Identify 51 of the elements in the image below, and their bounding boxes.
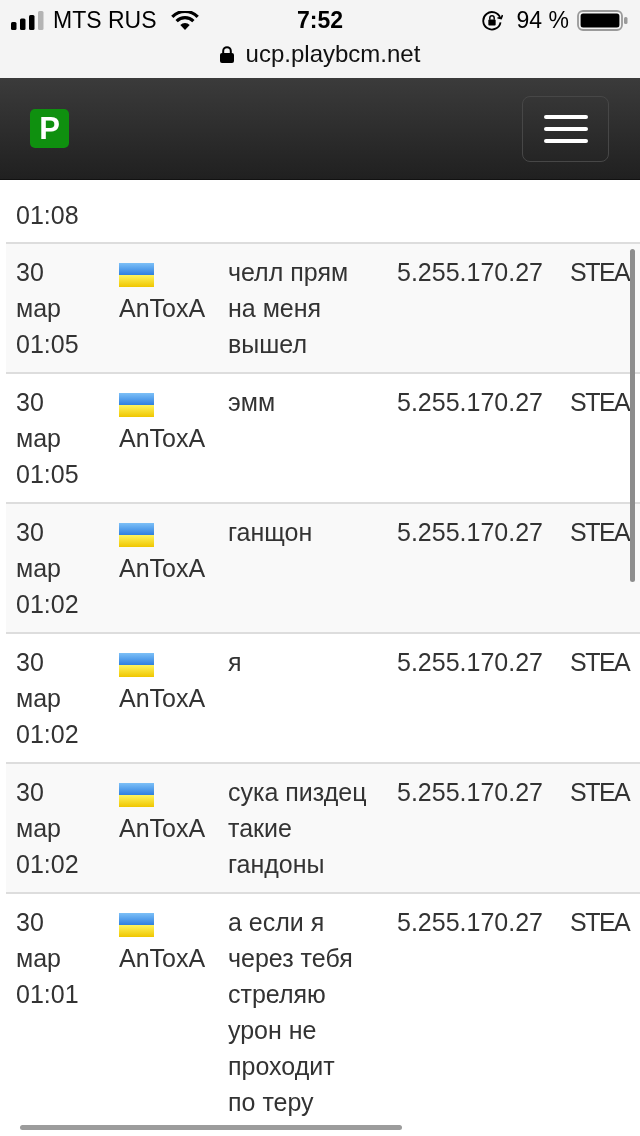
rotation-lock-icon — [480, 9, 503, 31]
chat-message: челл прям на меня вышел — [228, 257, 350, 360]
timestamp: 30 мар 01:02 — [16, 647, 80, 750]
menu-icon — [543, 114, 588, 143]
cut-off-label: STEA — [570, 907, 630, 938]
logo[interactable]: P — [30, 109, 69, 148]
player-name: AnToxA — [119, 683, 206, 714]
timestamp: 30 мар 01:05 — [16, 387, 80, 490]
carrier-name: MTS RUS — [53, 6, 157, 34]
horizontal-scrollbar[interactable] — [20, 1125, 402, 1130]
cut-off-label: STEA — [570, 387, 630, 418]
flag-icon — [119, 653, 154, 677]
battery-percentage: 94 % — [516, 6, 569, 34]
ip-address: 5.255.170.27 — [397, 777, 543, 808]
cut-off-label: STEA — [570, 647, 630, 678]
chat-message: ганщон — [228, 517, 313, 548]
chat-message: я — [228, 647, 242, 678]
cut-off-label: STEA — [570, 257, 630, 288]
timestamp: 30 мар 01:02 — [16, 517, 80, 620]
timestamp: 30 мар 01:02 — [16, 777, 80, 880]
flag-icon — [119, 393, 154, 417]
ip-address: 5.255.170.27 — [397, 517, 543, 548]
player-name: AnToxA — [119, 553, 206, 584]
chat-message: сука пиздец такие гандоны — [228, 777, 368, 880]
player-name: AnToxA — [119, 813, 206, 844]
ip-address: 5.255.170.27 — [397, 257, 543, 288]
wifi-icon — [170, 10, 199, 30]
flag-icon — [119, 523, 154, 547]
menu-button[interactable] — [522, 95, 609, 162]
ip-address: 5.255.170.27 — [397, 387, 543, 418]
flag-icon — [119, 783, 154, 807]
lock-icon — [219, 45, 234, 63]
clock-time: 7:52 — [296, 6, 343, 34]
ip-address: 5.255.170.27 — [397, 907, 543, 938]
timestamp: 01:08 — [16, 200, 79, 231]
flag-icon — [119, 263, 154, 287]
chat-message: а если я через тебя стреляю урон не проходит по теру — [228, 907, 354, 1118]
timestamp: 30 мар 01:05 — [16, 257, 80, 360]
cut-off-label: STEA — [570, 777, 630, 808]
battery-icon — [577, 9, 628, 31]
player-name: AnToxA — [119, 423, 206, 454]
vertical-scrollbar[interactable] — [630, 249, 635, 582]
cut-off-label: STEA — [570, 517, 630, 548]
chat-message: эмм — [228, 387, 276, 418]
ip-address: 5.255.170.27 — [397, 647, 543, 678]
timestamp: 30 мар 01:01 — [16, 907, 80, 1010]
player-name: AnToxA — [119, 293, 206, 324]
address-bar-url[interactable]: ucp.playbcm.net — [245, 40, 421, 68]
signal-icon — [11, 10, 44, 30]
flag-icon — [119, 913, 154, 937]
player-name: AnToxA — [119, 943, 206, 974]
